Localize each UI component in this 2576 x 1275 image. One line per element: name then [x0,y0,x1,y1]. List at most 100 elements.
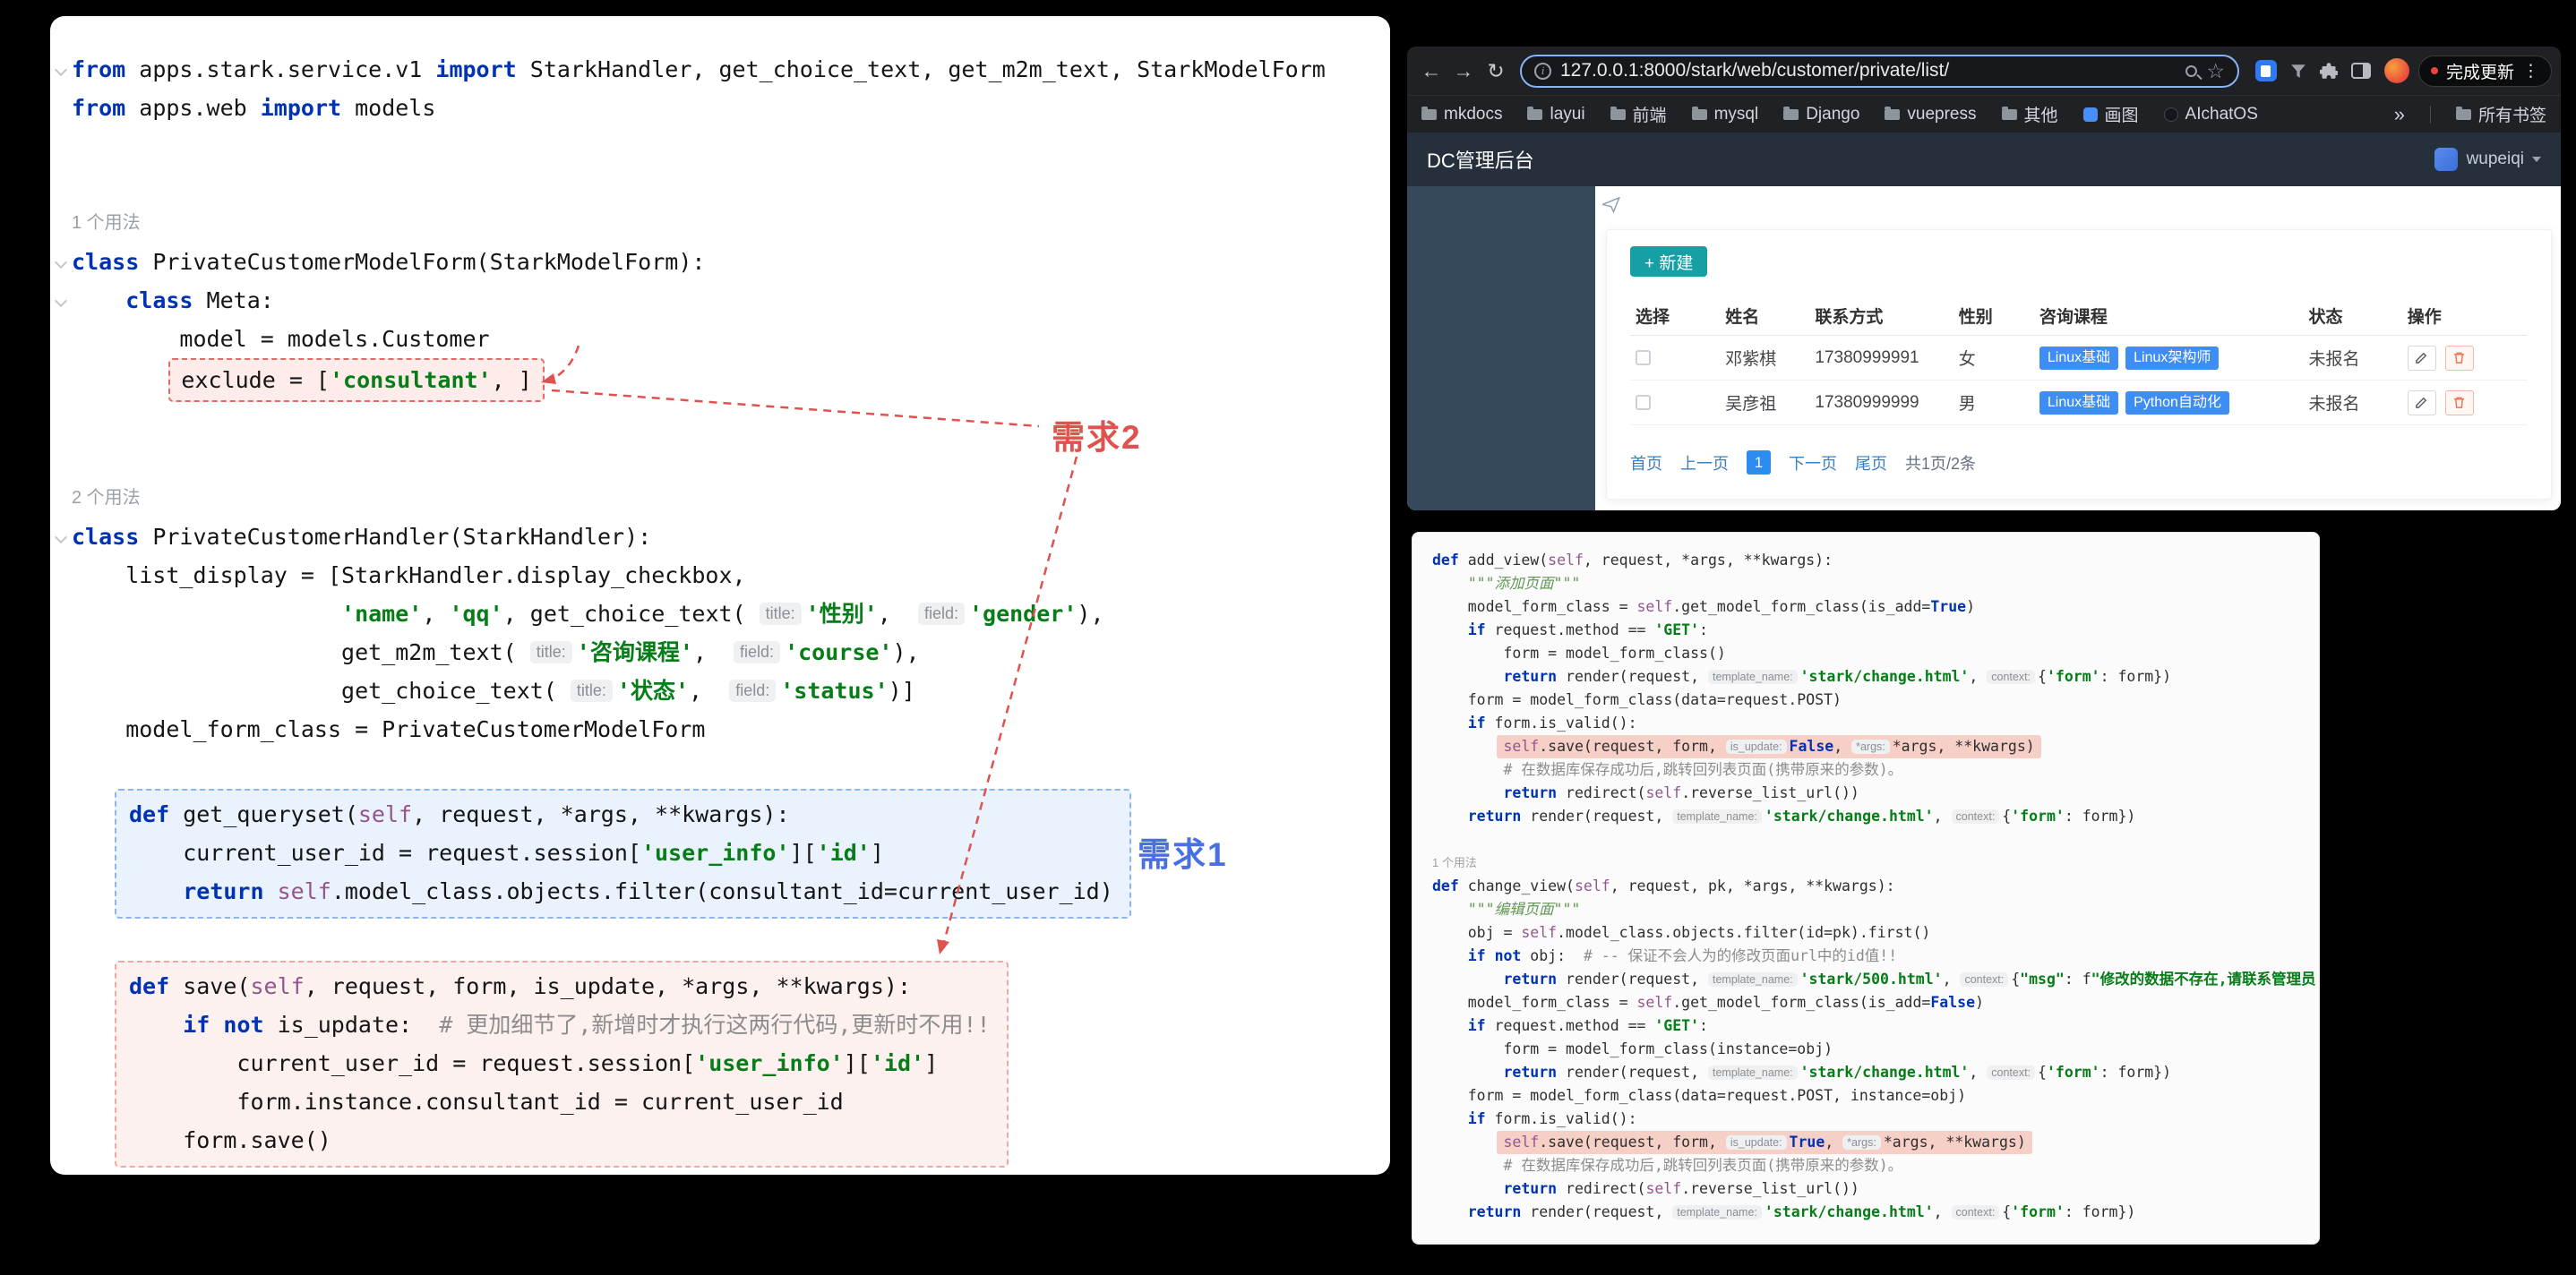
bookmark-label: 其他 [2023,107,2058,125]
folder-icon [1783,106,1799,120]
site-header: DC管理后台 wupeiqi [1407,133,2561,186]
code-line: form.save() [129,1127,331,1153]
code-line: # 在数据库保存成功后,跳转回列表页面(携带原来的参数)。 [1503,1157,1903,1174]
bookmark-item[interactable]: Django [1783,105,1859,124]
pagination-first[interactable]: 首页 [1630,451,1662,475]
bookmark-label: vuepress [1907,104,1977,124]
code-line: 'name', 'qq', get_choice_text( title: '性别… [341,601,1104,627]
code-line: return render(request, template_name:'st… [1503,1064,2172,1081]
cell-courses: Linux基础 Linux架构师 [2033,335,2304,381]
annotation-req2: 需求2 [1052,419,1142,456]
column-header: 姓名 [1720,296,1810,336]
code-line: def save(self, request, form, is_update,… [129,973,911,999]
code-line: """添加页面""" [1467,575,1581,592]
code-line: if request.method == 'GET': [1467,1017,1708,1034]
bookmark-item[interactable]: AIchatOS [2163,104,2258,124]
reload-button[interactable]: ↻ [1481,56,1511,86]
pagination-current-page[interactable]: 1 [1747,450,1771,475]
folder-icon [2455,106,2471,120]
bookmark-label: 前端 [1632,107,1667,125]
bookmark-item[interactable]: 画图 [2082,102,2139,126]
edit-button[interactable] [2407,389,2436,415]
code-snippet-panel: def add_view(self, request, *args, **kwa… [1412,532,2320,1245]
trash-icon [2454,352,2465,364]
site-info-icon[interactable]: i [1534,62,1551,80]
code-line: from apps.web import models [72,95,436,121]
code-line: return redirect(self.reverse_list_url()) [1503,1180,1859,1197]
pagination-last[interactable]: 尾页 [1855,451,1887,475]
bookmark-item[interactable]: vuepress [1885,104,1977,124]
delete-button[interactable] [2444,389,2474,415]
menu-kebab-icon[interactable]: ⋮ [2522,63,2539,80]
course-badge: Python自动化 [2125,390,2229,415]
cell-name: 吴彦祖 [1720,380,1810,425]
delete-button[interactable] [2444,345,2474,371]
blue-extension-icon[interactable] [2254,60,2277,81]
row-checkbox[interactable] [1636,349,1651,365]
search-icon[interactable] [2185,64,2198,77]
forward-button[interactable]: → [1448,56,1479,86]
chevron-down-icon[interactable] [2532,157,2541,162]
profile-avatar[interactable] [2383,58,2409,83]
code-line: obj = self.model_class.objects.filter(id… [1432,924,1931,941]
column-header: 选择 [1630,296,1721,336]
code-editor-panel: from apps.stark.service.v1 import StarkH… [50,16,1390,1175]
code-line: return render(request, template_name:'st… [1503,971,2320,988]
highlight-box-exclude: exclude = ['consultant', ] [168,358,545,402]
bookmark-item[interactable]: 其他 [2001,102,2058,126]
bookmark-star-icon[interactable]: ☆ [2206,60,2225,81]
web-page: DC管理后台 wupeiqi + 新建 选择 姓名 联系方式 性别 咨询课程 状态 操作 邓… [1407,133,2561,510]
cell-gender: 女 [1953,335,2034,381]
code-line: form = model_form_class() [1432,645,1726,662]
code-line: if form.is_valid(): [1467,715,1637,732]
column-header: 联系方式 [1809,296,1953,336]
code-line: current_user_id = request.session['user_… [129,840,884,866]
code-line: form = model_form_class(data=request.POS… [1432,691,1842,708]
code-line: 2 个用法 [72,488,141,508]
address-bar[interactable]: i 127.0.0.1:8000/stark/web/customer/priv… [1520,54,2239,88]
column-header: 性别 [1953,296,2034,336]
extensions-puzzle-icon[interactable] [2319,62,2338,80]
folder-icon [1421,106,1437,120]
bookmark-label: AIchatOS [2185,104,2258,124]
pagination-next[interactable]: 下一页 [1789,451,1837,475]
back-button[interactable]: ← [1416,56,1447,86]
site-sidebar [1407,186,1595,510]
user-name[interactable]: wupeiqi [2467,150,2524,169]
user-avatar[interactable] [2434,148,2458,171]
browser-toolbar: ← → ↻ i 127.0.0.1:8000/stark/web/custome… [1407,47,2561,95]
column-header: 操作 [2401,296,2528,336]
cell-select [1630,335,1721,381]
code-line: return render(request, template_name:'st… [1503,668,2172,685]
pagination-prev[interactable]: 上一页 [1680,451,1729,475]
customer-list-card: + 新建 选择 姓名 联系方式 性别 咨询课程 状态 操作 邓紫棋 17380999991 女 L… [1606,229,2552,500]
all-bookmarks-button[interactable]: 所有书签 [2455,102,2546,126]
bookmark-item[interactable]: mkdocs [1421,105,1502,124]
side-panel-icon[interactable] [2350,63,2371,79]
bookmark-item[interactable]: mysql [1691,105,1758,124]
bookmarks-overflow-chevron[interactable]: » [2394,103,2405,126]
bookmark-item[interactable]: 前端 [1610,102,1667,126]
annotation-req1: 需求1 [1138,836,1228,873]
highlight-block-pink: def save(self, request, form, is_update,… [115,961,1009,1168]
folder-icon [1527,106,1543,120]
code-line: class PrivateCustomerHandler(StarkHandle… [72,518,1374,556]
chrome-update-button[interactable]: 完成更新 ⋮ [2417,55,2552,87]
send-plane-icon[interactable] [1602,197,1620,213]
code-line: model_form_class = self.get_model_form_c… [1432,598,1976,615]
code-line: def change_view(self, request, pk, *args… [1432,877,1895,894]
code-line: self.save(request, form, is_update: False… [1432,735,2299,758]
bookmark-label: layui [1550,104,1585,124]
bookmark-item[interactable]: layui [1527,104,1585,124]
url-text[interactable]: 127.0.0.1:8000/stark/web/customer/privat… [1560,60,2177,81]
site-brand: DC管理后台 [1427,150,1534,172]
edit-button[interactable] [2407,345,2436,371]
filter-extension-icon[interactable] [2290,64,2306,79]
row-checkbox[interactable] [1636,394,1651,410]
highlight-line: self.save(request, form, is_update: True,… [1497,1131,2032,1154]
bookmarks-divider [2429,105,2431,124]
add-new-button[interactable]: + 新建 [1630,246,1708,277]
all-bookmarks-label: 所有书签 [2477,107,2546,125]
